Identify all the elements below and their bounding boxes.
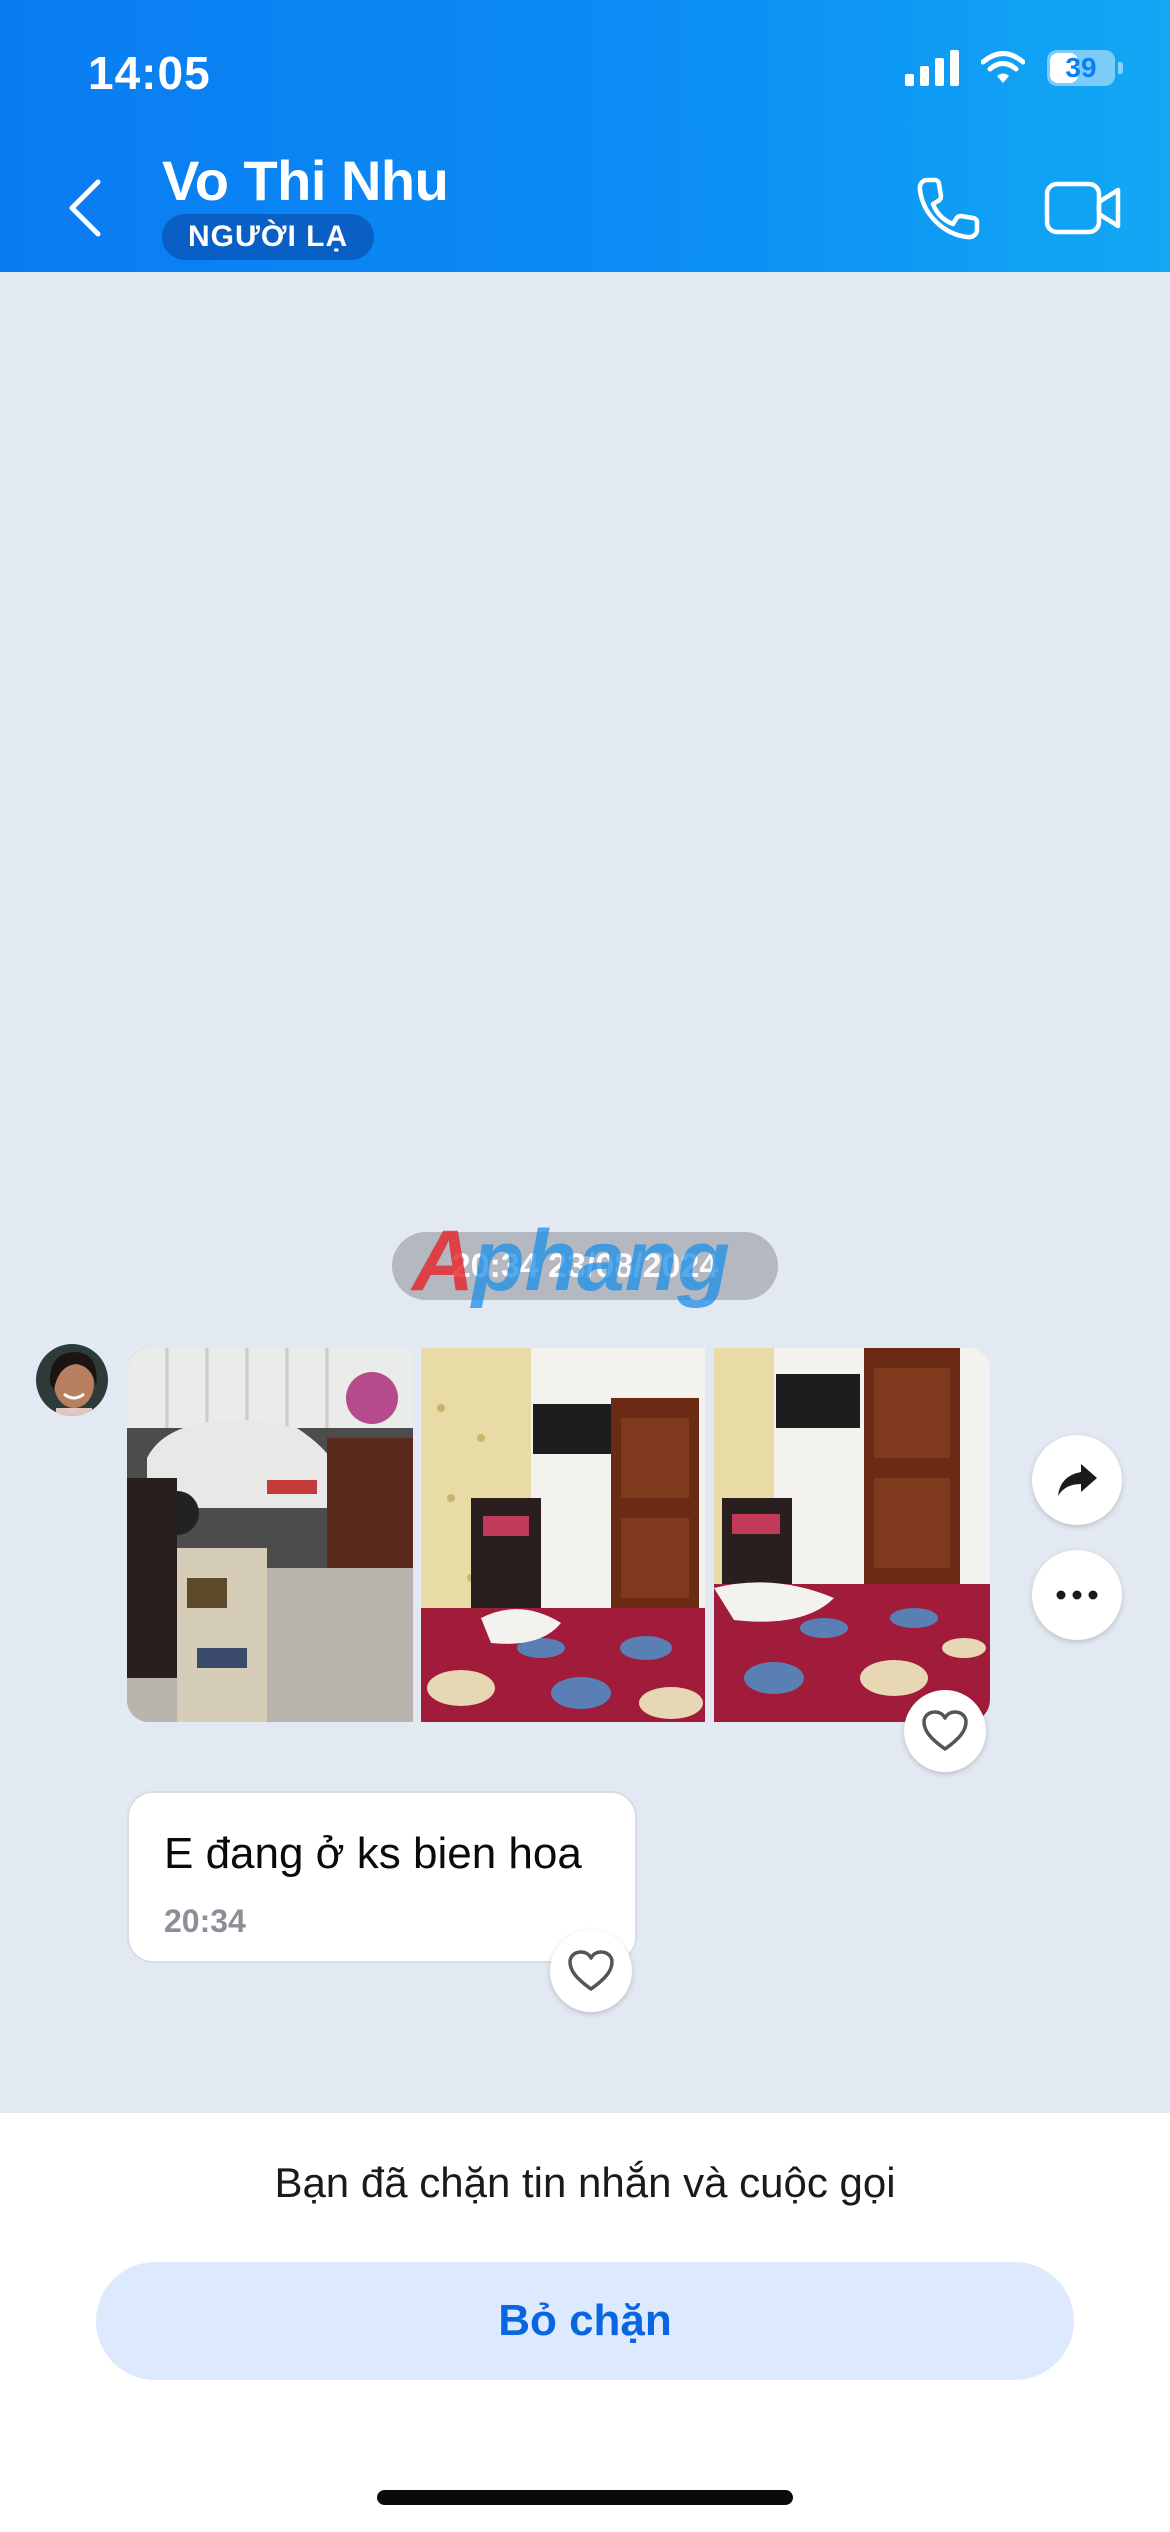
heart-icon bbox=[922, 1710, 968, 1751]
message-bubble[interactable]: E đang ở ks bien hoa 20:34 bbox=[127, 1791, 637, 1963]
blocked-panel: Bạn đã chặn tin nhắn và cuộc gọi Bỏ chặn bbox=[0, 2113, 1170, 2532]
photo-thumbnail[interactable] bbox=[127, 1348, 413, 1722]
back-icon bbox=[69, 179, 101, 237]
photo-thumbnail[interactable] bbox=[714, 1348, 990, 1722]
status-time: 14:05 bbox=[88, 47, 211, 99]
back-button[interactable] bbox=[62, 176, 112, 240]
message-text: E đang ở ks bien hoa bbox=[164, 1829, 582, 1878]
battery-level: 39 bbox=[1065, 52, 1097, 83]
more-icon bbox=[1056, 1590, 1098, 1600]
message-time: 20:34 bbox=[164, 1903, 246, 1939]
svg-text:A: A bbox=[410, 1213, 474, 1309]
sender-avatar[interactable] bbox=[36, 1344, 108, 1416]
battery-icon: 39 bbox=[1047, 50, 1123, 86]
more-options-button[interactable] bbox=[1032, 1550, 1122, 1640]
unblock-button[interactable]: Bỏ chặn bbox=[96, 2262, 1074, 2380]
signal-icon bbox=[905, 50, 959, 86]
photo-thumbnail[interactable] bbox=[421, 1348, 705, 1722]
contact-name[interactable]: Vo Thi Nhu bbox=[162, 148, 449, 213]
phone-icon bbox=[917, 177, 980, 240]
watermark-logo: A phang bbox=[410, 1213, 730, 1309]
heart-icon bbox=[568, 1950, 614, 1991]
blocked-notice: Bạn đã chặn tin nhắn và cuộc gọi bbox=[274, 2159, 896, 2206]
react-message-button[interactable] bbox=[550, 1930, 632, 2012]
top-bar: 14:05 39 Vo Thi Nhu NGƯỜI LẠ bbox=[0, 0, 1170, 272]
stranger-badge: NGƯỜI LẠ bbox=[162, 214, 375, 260]
share-icon bbox=[1058, 1464, 1097, 1496]
home-indicator bbox=[377, 2490, 793, 2505]
status-icons: 39 bbox=[905, 50, 1123, 86]
wifi-icon bbox=[981, 51, 1025, 83]
voice-call-button[interactable] bbox=[913, 174, 983, 244]
share-button[interactable] bbox=[1032, 1435, 1122, 1525]
react-photos-button[interactable] bbox=[904, 1690, 986, 1772]
video-call-button[interactable] bbox=[1044, 178, 1122, 238]
svg-text:phang: phang bbox=[470, 1213, 730, 1309]
video-call-icon bbox=[1044, 181, 1121, 235]
